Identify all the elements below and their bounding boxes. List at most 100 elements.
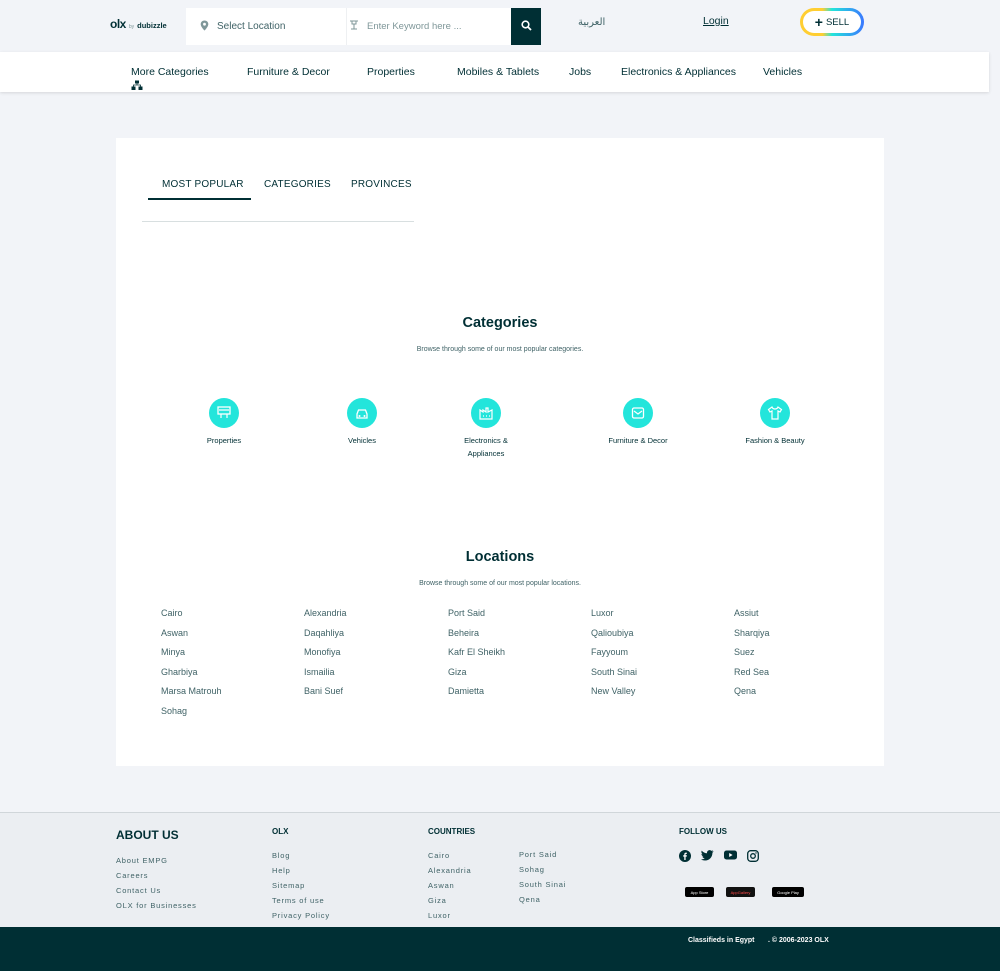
- nav-furniture-decor[interactable]: Furniture & Decor: [247, 66, 330, 78]
- app-store-badge[interactable]: App Store: [685, 887, 714, 897]
- copyright-text: . © 2006-2023 OLX: [768, 937, 829, 944]
- nav-mobiles-tablets[interactable]: Mobiles & Tablets: [457, 66, 539, 78]
- nav-more-label: More Categories: [131, 66, 209, 78]
- category-vehicles[interactable]: Vehicles: [307, 398, 417, 447]
- tab-categories[interactable]: CATEGORIES: [264, 179, 331, 190]
- google-play-label: Google Play: [777, 889, 799, 895]
- location-link[interactable]: Qalioubiya: [591, 628, 634, 638]
- twitter-icon[interactable]: [701, 850, 714, 862]
- location-link[interactable]: Beheira: [448, 628, 479, 638]
- language-switch-link[interactable]: العربية: [578, 17, 605, 28]
- olx-logo[interactable]: olx by dubizzle: [110, 17, 167, 31]
- location-pin-icon: [200, 20, 209, 34]
- location-link[interactable]: Suez: [734, 647, 755, 657]
- location-link[interactable]: Giza: [448, 667, 467, 677]
- footer-link[interactable]: Terms of use: [272, 896, 325, 905]
- location-link[interactable]: South Sinai: [591, 667, 637, 677]
- location-link[interactable]: Bani Suef: [304, 686, 343, 696]
- footer-link[interactable]: Luxor: [428, 911, 451, 920]
- facebook-icon[interactable]: [679, 850, 691, 862]
- active-tab-indicator: [148, 198, 251, 200]
- location-link[interactable]: Cairo: [161, 608, 183, 618]
- category-electronics-appliances[interactable]: Electronics & Appliances: [431, 398, 541, 460]
- location-select[interactable]: Select Location: [186, 8, 348, 45]
- footer-link[interactable]: Sohag: [519, 865, 545, 874]
- keyword-search-input[interactable]: Enter Keyword here ...: [346, 8, 512, 45]
- logo-dubizzle-text: dubizzle: [137, 21, 167, 30]
- location-link[interactable]: Fayyoum: [591, 647, 628, 657]
- footer-countries-title: COUNTRIES: [428, 827, 476, 836]
- top-header: olx by dubizzle Select Location Enter Ke…: [0, 0, 1000, 52]
- footer-link[interactable]: Qena: [519, 895, 541, 904]
- category-label: Electronics & Appliances: [464, 436, 508, 458]
- footer-link[interactable]: Cairo: [428, 851, 450, 860]
- location-link[interactable]: Gharbiya: [161, 667, 198, 677]
- location-link[interactable]: Marsa Matrouh: [161, 686, 222, 696]
- footer-link[interactable]: Blog: [272, 851, 290, 860]
- footer-link[interactable]: About EMPG: [116, 856, 168, 865]
- category-properties[interactable]: Properties: [169, 398, 279, 447]
- location-link[interactable]: Sharqiya: [734, 628, 770, 638]
- footer-link[interactable]: Port Said: [519, 850, 557, 859]
- classifieds-link[interactable]: Classifieds in Egypt: [688, 937, 755, 944]
- footer-link[interactable]: Privacy Policy: [272, 911, 330, 920]
- location-link[interactable]: Qena: [734, 686, 756, 696]
- login-link[interactable]: Login: [703, 15, 729, 27]
- footer: ABOUT US About EMPG Careers Contact Us O…: [0, 812, 1000, 927]
- main-content-card: MOST POPULAR CATEGORIES PROVINCES Catego…: [116, 138, 884, 766]
- footer-link[interactable]: Contact Us: [116, 886, 161, 895]
- category-furniture-decor[interactable]: Furniture & Decor: [583, 398, 693, 447]
- location-link[interactable]: Red Sea: [734, 667, 769, 677]
- google-play-badge[interactable]: Google Play: [772, 887, 804, 897]
- category-fashion-beauty[interactable]: Fashion & Beauty: [720, 398, 830, 447]
- youtube-icon[interactable]: [724, 850, 737, 862]
- tab-most-popular[interactable]: MOST POPULAR: [162, 179, 244, 190]
- location-link[interactable]: Damietta: [448, 686, 484, 696]
- tab-provinces[interactable]: PROVINCES: [351, 179, 412, 190]
- footer-link[interactable]: South Sinai: [519, 880, 566, 889]
- location-link[interactable]: Daqahliya: [304, 628, 344, 638]
- footer-link[interactable]: Careers: [116, 871, 148, 880]
- footer-link[interactable]: Sitemap: [272, 881, 305, 890]
- footer-olx-title: OLX: [272, 827, 289, 836]
- nav-jobs[interactable]: Jobs: [569, 66, 591, 78]
- app-gallery-label: AppGallery: [730, 889, 751, 895]
- location-link[interactable]: Ismailia: [304, 667, 335, 677]
- plus-icon: +: [814, 14, 823, 30]
- tab-bar: MOST POPULAR CATEGORIES PROVINCES: [142, 178, 414, 222]
- sell-button[interactable]: + SELL: [800, 8, 864, 36]
- nav-properties[interactable]: Properties: [367, 66, 415, 78]
- app-gallery-badge[interactable]: AppGallery: [726, 887, 755, 897]
- footer-link[interactable]: Alexandria: [428, 866, 471, 875]
- location-link[interactable]: Minya: [161, 647, 185, 657]
- nav-vehicles[interactable]: Vehicles: [763, 66, 802, 78]
- search-button[interactable]: [511, 8, 541, 45]
- location-link[interactable]: Sohag: [161, 706, 187, 716]
- footer-follow-title: FOLLOW US: [679, 827, 727, 836]
- social-links: [679, 850, 759, 862]
- footer-link[interactable]: Help: [272, 866, 291, 875]
- location-link[interactable]: New Valley: [591, 686, 635, 696]
- location-link[interactable]: Port Said: [448, 608, 485, 618]
- location-link[interactable]: Alexandria: [304, 608, 347, 618]
- location-link[interactable]: Assiut: [734, 608, 759, 618]
- category-label: Fashion & Beauty: [745, 436, 805, 445]
- footer-link[interactable]: OLX for Businesses: [116, 901, 197, 910]
- nav-electronics-appliances[interactable]: Electronics & Appliances: [621, 66, 736, 78]
- categories-title: Categories: [462, 315, 538, 331]
- category-nav: More Categories Furniture & Decor Proper…: [0, 52, 989, 92]
- location-link[interactable]: Monofiya: [304, 647, 341, 657]
- location-link[interactable]: Luxor: [591, 608, 614, 618]
- footer-link[interactable]: Giza: [428, 896, 447, 905]
- footer-about-title: ABOUT US: [116, 828, 179, 842]
- property-sign-icon: [209, 398, 239, 428]
- nav-more-categories[interactable]: More Categories: [131, 66, 209, 90]
- instagram-icon[interactable]: [747, 850, 759, 862]
- footer-link[interactable]: Aswan: [428, 881, 455, 890]
- app-store-label: App Store: [690, 889, 709, 895]
- sell-label: SELL: [825, 16, 850, 28]
- location-link[interactable]: Kafr El Sheikh: [448, 647, 505, 657]
- keyword-filter-icon: [349, 20, 359, 33]
- location-link[interactable]: Aswan: [161, 628, 188, 638]
- sofa-icon: [623, 398, 653, 428]
